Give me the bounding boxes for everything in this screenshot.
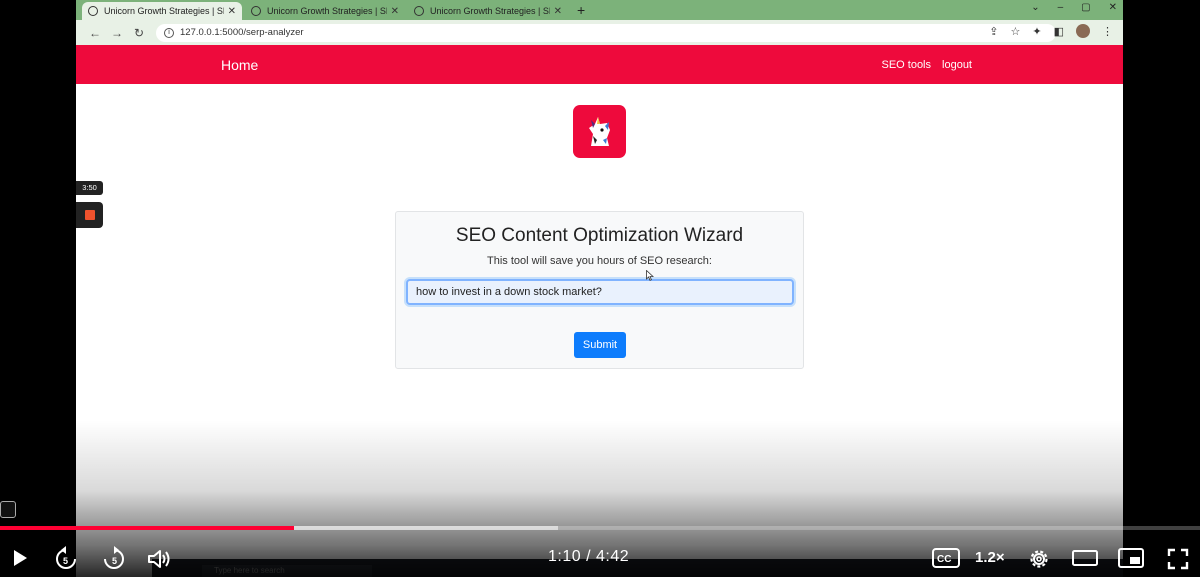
page-title: SEO Content Optimization Wizard [455,225,744,246]
theater-icon[interactable] [1071,546,1099,570]
home-link[interactable]: Home [221,57,258,73]
nav-link-logout[interactable]: logout [942,59,972,71]
globe-icon [88,6,98,16]
stop-recording-button[interactable] [76,202,103,228]
svg-text:5: 5 [63,556,68,566]
forward-icon[interactable]: → [106,26,128,40]
mouse-cursor-icon [646,270,654,281]
menu-icon[interactable]: ⋮ [1102,25,1113,38]
tab-label: Unicorn Growth Strategies | SEO [104,6,224,16]
globe-icon [414,6,424,16]
browser-tab[interactable]: Unicorn Growth Strategies | SEO ✕ [245,2,405,20]
rewind-5-icon[interactable]: 5 [52,546,80,572]
new-tab-icon[interactable]: + [573,2,589,20]
share-icon[interactable]: ⇪ [989,25,998,38]
globe-icon [251,6,261,16]
site-navbar: Home SEO tools logout [76,45,1123,84]
tab-label: Unicorn Growth Strategies | SEO [430,6,550,16]
forward-5-icon[interactable]: 5 [100,546,128,572]
window-controls: ⌄ – ▢ ✕ [1031,2,1117,13]
volume-icon[interactable] [146,546,174,572]
query-input[interactable] [406,279,794,305]
play-icon[interactable] [8,546,32,570]
tab-label: Unicorn Growth Strategies | SEO [267,6,387,16]
address-bar[interactable]: i 127.0.0.1:5000/serp-analyzer [156,23,1056,42]
stop-icon [84,210,95,220]
submit-button[interactable]: Submit [574,332,626,358]
minimize-icon[interactable]: – [1058,2,1064,13]
duration: 4:42 [596,548,630,565]
video-player[interactable]: Unicorn Growth Strategies | SEO ✕ Unicor… [0,0,1200,577]
close-icon[interactable]: ✕ [554,6,562,17]
nav-links: SEO tools logout [881,59,972,71]
captions-icon[interactable]: CC [931,546,961,570]
recorded-screen: Unicorn Growth Strategies | SEO ✕ Unicor… [76,0,1123,577]
current-time: 1:10 [548,548,582,565]
toolbar-actions: ⇪ ☆ ✦ ◧ ⋮ [989,24,1113,38]
time-separator: / [586,548,592,565]
playback-speed[interactable]: 1.2× [975,549,1005,566]
svg-text:CC: CC [937,554,951,565]
reload-icon[interactable]: ↻ [128,26,150,40]
browser-tab[interactable]: Unicorn Growth Strategies | SEO ✕ [408,2,568,20]
player-controls: 5 5 1:10 / 4:42 CC 1.2× [0,540,1200,577]
miniplayer-icon[interactable] [1117,546,1145,570]
url-text: 127.0.0.1:5000/serp-analyzer [180,27,304,38]
browser-tab-bar: Unicorn Growth Strategies | SEO ✕ Unicor… [76,0,1123,20]
progress-played [0,526,294,530]
page-subtitle: This tool will save you hours of SEO res… [487,255,712,267]
back-icon[interactable]: ← [84,26,106,40]
time-readout: 1:10 / 4:42 [548,548,629,566]
extensions-icon[interactable]: ✦ [1032,25,1041,38]
star-icon[interactable]: ☆ [1011,25,1021,38]
avatar[interactable] [1076,24,1090,38]
browser-toolbar: ← → ↻ i 127.0.0.1:5000/serp-analyzer ⇪ ☆… [76,20,1123,45]
svg-text:5: 5 [112,556,117,566]
close-window-icon[interactable]: ✕ [1109,2,1117,13]
close-icon[interactable]: ✕ [228,6,236,17]
wizard-card: SEO Content Optimization Wizard This too… [395,211,804,369]
unicorn-logo [573,105,626,158]
chapter-marker [0,501,16,518]
nav-link-seo-tools[interactable]: SEO tools [881,59,931,71]
recording-timer: 3:50 [76,181,103,195]
browser-tab[interactable]: Unicorn Growth Strategies | SEO ✕ [82,2,242,20]
chevron-down-icon[interactable]: ⌄ [1031,2,1039,13]
unicorn-icon [588,116,610,146]
sidepanel-icon[interactable]: ◧ [1054,25,1064,38]
fullscreen-icon[interactable] [1164,546,1192,572]
maximize-icon[interactable]: ▢ [1081,2,1090,13]
info-icon[interactable]: i [164,27,174,38]
close-icon[interactable]: ✕ [391,6,399,17]
settings-icon[interactable] [1026,546,1052,572]
progress-bar[interactable] [0,526,1200,530]
